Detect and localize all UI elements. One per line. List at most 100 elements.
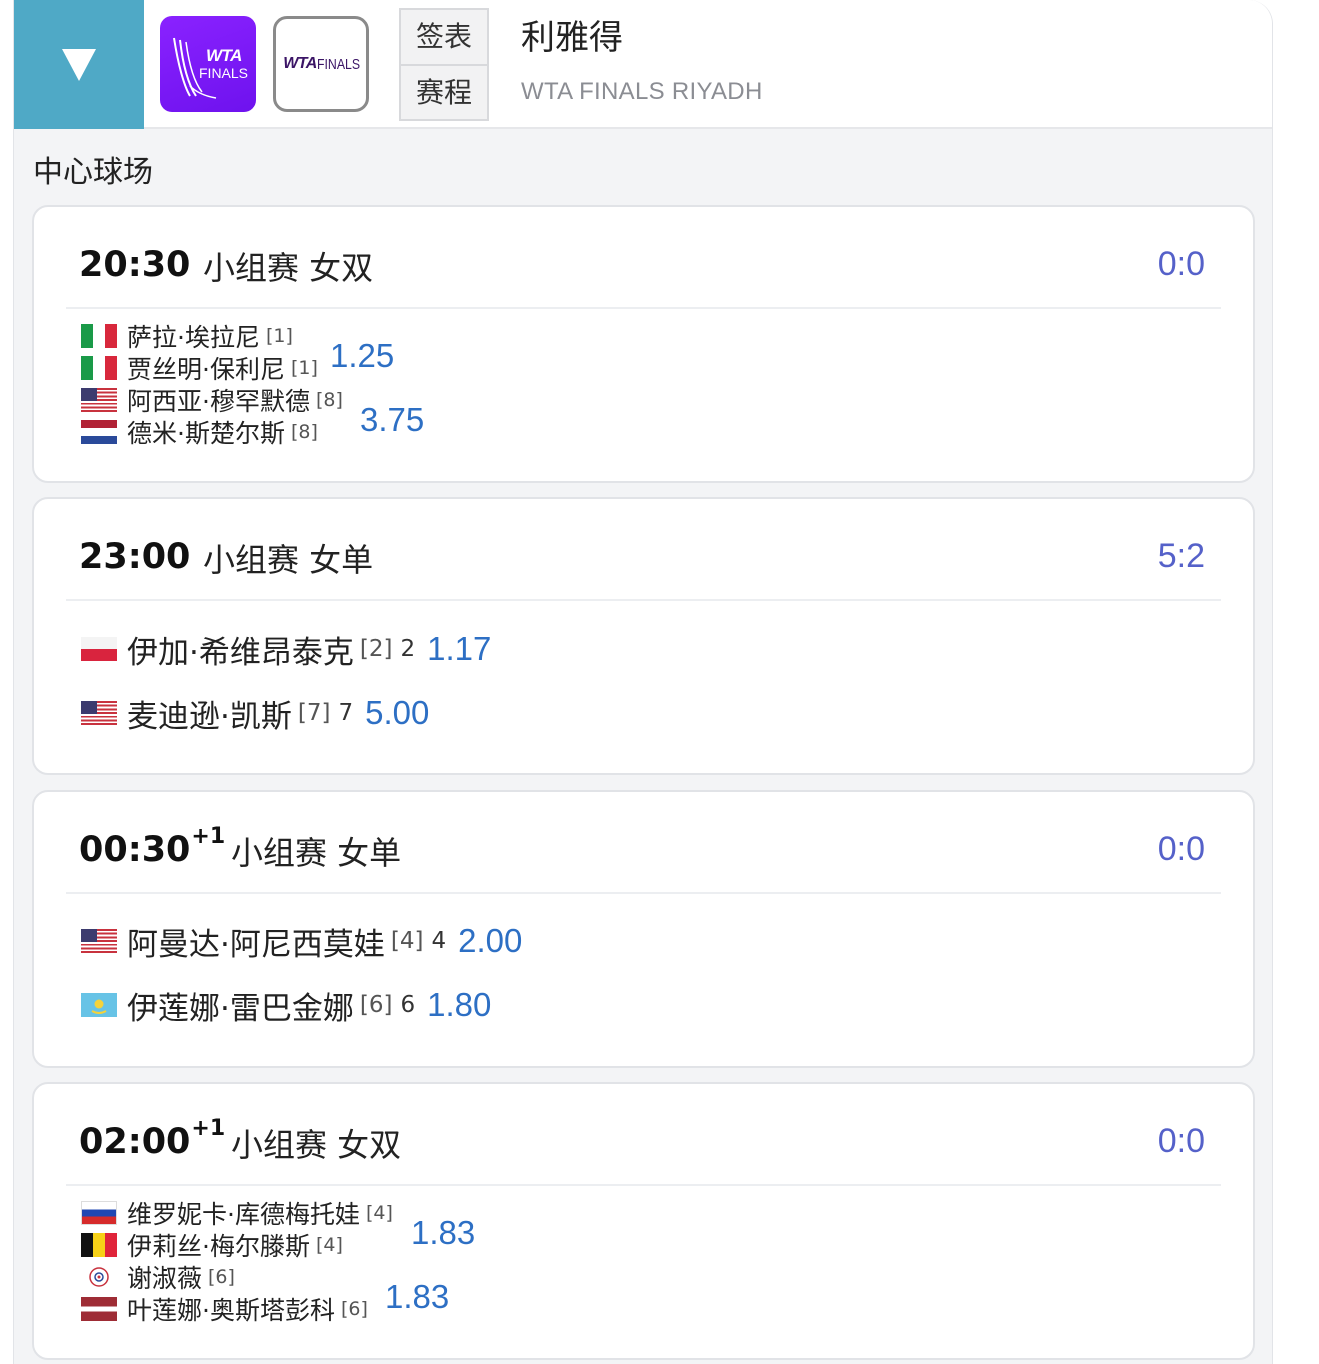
player-name: 叶莲娜·奥斯塔彭科 <box>127 1296 335 1325</box>
logo2-text-finals: FINALS <box>316 55 360 73</box>
usa-flag-icon <box>81 388 117 412</box>
player-row: 贾丝明·保利尼 [1] <box>81 353 318 384</box>
divider <box>66 1184 1221 1186</box>
player-name: 贾丝明·保利尼 <box>127 355 285 384</box>
player-odds[interactable]: 1.80 <box>427 986 491 1024</box>
player-row: 伊莲娜·雷巴金娜 [6] 6 1.80 <box>81 983 491 1027</box>
player-row: 阿曼达·阿尼西莫娃 [4] 4 2.00 <box>81 919 522 963</box>
player-seed: [4] <box>365 1202 393 1224</box>
player-seed: [1] <box>265 325 293 347</box>
wta-finals-logo[interactable]: WTA FINALS <box>160 16 256 112</box>
match-round: 小组赛 女单 <box>203 541 374 579</box>
divider <box>66 307 1221 309</box>
netherlands-flag-icon <box>81 420 117 444</box>
team-odds[interactable]: 1.83 <box>411 1214 475 1252</box>
court-name: 中心球场 <box>33 155 153 190</box>
kazakhstan-flag-icon <box>81 993 117 1017</box>
italy-flag-icon <box>81 356 117 380</box>
match-card-1[interactable]: 20:30 小组赛 女双 0:0 萨拉·埃拉尼 [1] 贾丝明·保利尼 [1] … <box>32 205 1255 483</box>
match-round: 小组赛 女双 <box>231 1126 402 1164</box>
header-bar: WTA FINALS WTA FINALS 签表 赛程 利雅得 WTA FINAL… <box>14 0 1272 129</box>
team-odds[interactable]: 1.25 <box>330 337 394 375</box>
player-seed: [8] <box>315 389 343 411</box>
player-name: 伊莲娜·雷巴金娜 <box>127 990 354 1027</box>
player-row: 德米·斯楚尔斯 [8] <box>81 417 318 448</box>
chinese-taipei-flag-icon <box>81 1265 117 1289</box>
player-odds[interactable]: 1.17 <box>427 630 491 668</box>
player-row: 阿西亚·穆罕默德 [8] <box>81 385 343 416</box>
player-sets: 7 <box>338 700 354 726</box>
player-name: 萨拉·埃拉尼 <box>127 323 260 352</box>
match-header: 20:30 小组赛 女双 0:0 <box>34 207 1253 308</box>
player-seed: [6] <box>340 1298 368 1320</box>
page-title: 利雅得 <box>521 18 623 58</box>
logo1-text-bottom: FINALS <box>199 65 249 81</box>
player-row: 麦迪逊·凯斯 [7] 7 5.00 <box>81 691 429 735</box>
player-odds[interactable]: 2.00 <box>458 922 522 960</box>
player-row: 叶莲娜·奥斯塔彭科 [6] <box>81 1294 368 1325</box>
sun-icon <box>91 999 107 1014</box>
match-time: 02:00+1 <box>79 1116 226 1162</box>
italy-flag-icon <box>81 324 117 348</box>
player-sets: 4 <box>431 928 447 954</box>
match-score: 0:0 <box>1157 245 1205 283</box>
player-odds[interactable]: 5.00 <box>365 694 429 732</box>
team-odds[interactable]: 1.83 <box>385 1278 449 1316</box>
player-row: 谢淑薇 [6] <box>81 1262 235 1293</box>
player-seed: [6] <box>208 1266 235 1288</box>
player-name: 伊加·希维昂泰克 <box>127 634 354 671</box>
player-row: 伊加·希维昂泰克 [2] 2 1.17 <box>81 627 491 671</box>
player-row: 伊莉丝·梅尔滕斯 [4] <box>81 1230 343 1261</box>
match-time: 20:30 <box>79 245 191 285</box>
match-card-4[interactable]: 02:00+1 小组赛 女双 0:0 维罗妮卡·库德梅托娃 [4] 伊莉丝·梅尔… <box>32 1082 1255 1360</box>
triangle-down-icon <box>62 48 96 81</box>
app-window: WTA FINALS WTA FINALS 签表 赛程 利雅得 WTA FINAL… <box>13 0 1273 1364</box>
player-seed: [8] <box>290 421 318 443</box>
match-score: 0:0 <box>1157 1122 1205 1160</box>
player-name: 德米·斯楚尔斯 <box>127 419 285 448</box>
player-seed: [2] <box>359 636 393 662</box>
match-time: 00:30+1 <box>79 824 226 870</box>
match-score: 0:0 <box>1157 830 1205 868</box>
player-name: 谢淑薇 <box>127 1264 203 1293</box>
player-seed: [4] <box>390 928 424 954</box>
player-seed: [7] <box>297 700 331 726</box>
match-score: 5:2 <box>1157 537 1205 575</box>
match-round: 小组赛 女单 <box>231 834 402 872</box>
player-row: 维罗妮卡·库德梅托娃 [4] <box>81 1198 393 1229</box>
player-seed: [1] <box>290 357 318 379</box>
player-sets: 2 <box>400 636 416 662</box>
wta-finals-wordmark-logo[interactable]: WTA FINALS <box>273 16 369 112</box>
logo1-text-top: WTA <box>206 46 242 65</box>
plum-blossom-icon <box>89 1267 109 1287</box>
team-odds[interactable]: 3.75 <box>360 401 424 439</box>
player-name: 维罗妮卡·库德梅托娃 <box>127 1200 360 1229</box>
match-card-3[interactable]: 00:30+1 小组赛 女单 0:0 阿曼达·阿尼西莫娃 [4] 4 2.00 … <box>32 790 1255 1068</box>
logo2-text-wta: WTA <box>283 55 317 72</box>
match-card-2[interactable]: 23:00 小组赛 女单 5:2 伊加·希维昂泰克 [2] 2 1.17 麦迪逊… <box>32 497 1255 775</box>
divider <box>66 599 1221 601</box>
player-name: 阿曼达·阿尼西莫娃 <box>127 926 385 963</box>
player-name: 伊莉丝·梅尔滕斯 <box>127 1232 310 1261</box>
belgium-flag-icon <box>81 1233 117 1257</box>
schedule-button[interactable]: 赛程 <box>401 64 487 118</box>
divider <box>66 892 1221 894</box>
player-name: 麦迪逊·凯斯 <box>127 698 292 735</box>
match-header: 00:30+1 小组赛 女单 0:0 <box>34 792 1253 893</box>
player-name: 阿西亚·穆罕默德 <box>127 387 310 416</box>
page-subtitle: WTA FINALS RIYADH <box>521 78 763 105</box>
usa-flag-icon <box>81 701 117 725</box>
russia-flag-icon <box>81 1201 117 1225</box>
player-seed: [4] <box>315 1234 343 1256</box>
menu-toggle-button[interactable] <box>14 0 144 129</box>
match-header: 02:00+1 小组赛 女双 0:0 <box>34 1084 1253 1185</box>
player-row: 萨拉·埃拉尼 [1] <box>81 321 293 352</box>
latvia-flag-icon <box>81 1297 117 1321</box>
player-sets: 6 <box>400 992 416 1018</box>
draw-button[interactable]: 签表 <box>401 10 487 64</box>
usa-flag-icon <box>81 929 117 953</box>
player-seed: [6] <box>359 992 393 1018</box>
nav-button-group: 签表 赛程 <box>399 8 489 121</box>
match-time: 23:00 <box>79 537 191 577</box>
match-header: 23:00 小组赛 女单 5:2 <box>34 499 1253 600</box>
